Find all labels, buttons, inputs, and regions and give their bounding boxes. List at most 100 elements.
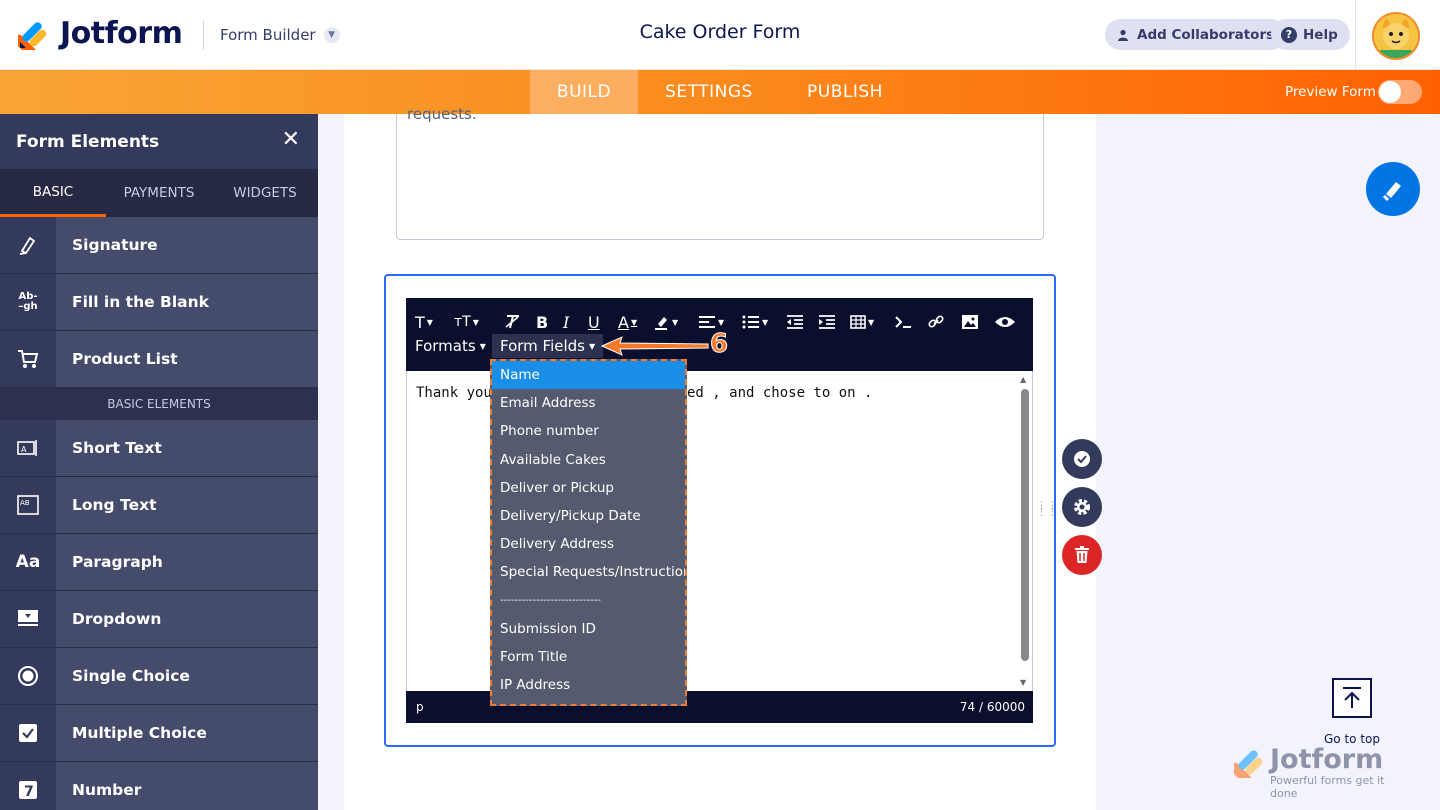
- checkbox-icon: [0, 705, 56, 761]
- form-fields-label: Form Fields: [500, 337, 585, 355]
- dropdown-item-delivery-date[interactable]: Delivery/Pickup Date: [492, 502, 685, 530]
- cart-icon: [0, 331, 56, 387]
- dropdown-item-name[interactable]: Name: [492, 361, 685, 390]
- help-button[interactable]: ? Help: [1271, 19, 1350, 50]
- header-separator: [1355, 0, 1356, 70]
- sidebar-item-product-list[interactable]: Product List: [0, 331, 318, 388]
- formats-menu[interactable]: Formats ▼: [415, 337, 486, 355]
- chevron-down-icon: ▼: [323, 27, 340, 43]
- sidebar-item-label: Fill in the Blank: [56, 274, 318, 330]
- fill-blank-icon: Ab- –gh: [0, 274, 56, 330]
- indent-icon[interactable]: [818, 312, 836, 332]
- dropdown-item-email[interactable]: Email Address: [492, 389, 685, 417]
- dropdown-item-deliver-pickup[interactable]: Deliver or Pickup: [492, 474, 685, 502]
- sidebar-item-paragraph[interactable]: Aa Paragraph: [0, 534, 318, 591]
- element-path: p: [416, 700, 424, 714]
- link-icon[interactable]: [928, 312, 944, 332]
- top-header: Jotform Form Builder ▼ Cake Order Form A…: [0, 0, 1440, 70]
- go-to-top[interactable]: Go to top: [1320, 678, 1384, 746]
- dropdown-item-submission-id[interactable]: Submission ID: [492, 615, 685, 643]
- avatar[interactable]: [1372, 12, 1420, 60]
- chevron-down-icon: ▼: [479, 341, 486, 351]
- tab-settings[interactable]: SETTINGS: [648, 70, 770, 114]
- paint-roller-icon: [1382, 182, 1401, 202]
- sidebar-item-label: Signature: [56, 217, 318, 273]
- builder-nav: BUILD SETTINGS PUBLISH Preview Form: [0, 70, 1440, 114]
- scroll-down-icon[interactable]: ▼: [1020, 678, 1026, 687]
- avatar-icon: [1374, 14, 1418, 58]
- source-code-icon[interactable]: [894, 312, 912, 332]
- sidebar-item-fill-blank[interactable]: Ab- –gh Fill in the Blank: [0, 274, 318, 331]
- list-icon[interactable]: ▼: [742, 312, 768, 332]
- highlight-icon[interactable]: ▼: [654, 312, 678, 332]
- form-designer-button[interactable]: [1366, 162, 1420, 216]
- add-collaborators-button[interactable]: Add Collaborators: [1105, 19, 1287, 50]
- tab-widgets[interactable]: WIDGETS: [212, 169, 318, 217]
- drag-handle-icon[interactable]: ⋮⋮ ⋮⋮: [1036, 500, 1058, 517]
- trash-icon: [1075, 546, 1089, 563]
- dropdown-item-delivery-address[interactable]: Delivery Address: [492, 530, 685, 558]
- sidebar-item-number[interactable]: 7 Number: [0, 762, 318, 810]
- sidebar-item-dropdown[interactable]: Dropdown: [0, 591, 318, 648]
- jotform-logo[interactable]: Jotform: [18, 16, 183, 51]
- dropdown-item-special-requests[interactable]: Special Requests/Instructions: [492, 558, 685, 586]
- sidebar-item-short-text[interactable]: A Short Text: [0, 420, 318, 477]
- signature-icon: [0, 217, 56, 273]
- tab-build[interactable]: BUILD: [530, 70, 638, 114]
- long-text-value: requests.: [407, 105, 477, 123]
- preview-form-toggle[interactable]: [1378, 80, 1422, 104]
- check-button[interactable]: [1062, 439, 1102, 479]
- text-style-icon[interactable]: T ▼: [415, 312, 433, 332]
- dropdown-item-ip-address[interactable]: IP Address: [492, 671, 685, 699]
- long-text-field[interactable]: requests.: [396, 105, 1044, 240]
- watermark-logo-icon: [1234, 750, 1263, 778]
- sidebar-item-label: Long Text: [56, 477, 318, 533]
- close-icon[interactable]: ✕: [282, 129, 300, 151]
- form-fields-menu[interactable]: Form Fields ▼: [492, 334, 604, 358]
- sidebar-item-multiple-choice[interactable]: Multiple Choice: [0, 705, 318, 762]
- help-label: Help: [1303, 26, 1338, 43]
- form-elements-panel: Form Elements ✕ BASIC PAYMENTS WIDGETS S…: [0, 114, 318, 810]
- arrow-up-icon: [1332, 678, 1372, 718]
- underline-icon[interactable]: U: [588, 312, 600, 332]
- question-icon: ?: [1281, 26, 1297, 43]
- sidebar-item-label: Multiple Choice: [56, 705, 318, 761]
- editor-scrollbar[interactable]: ▲ ▼: [1020, 375, 1030, 687]
- formats-label: Formats: [415, 337, 476, 355]
- scroll-up-icon[interactable]: ▲: [1020, 375, 1026, 384]
- dropdown-icon: [0, 591, 56, 647]
- dropdown-item-available-cakes[interactable]: Available Cakes: [492, 446, 685, 474]
- preview-eye-icon[interactable]: [994, 312, 1016, 332]
- watermark-tagline: Powerful forms get it done: [1270, 774, 1385, 800]
- sidebar-item-label: Single Choice: [56, 648, 318, 704]
- scrollbar-thumb[interactable]: [1021, 389, 1029, 661]
- dropdown-separator: ----------------------------: [500, 595, 602, 607]
- svg-text:AB: AB: [20, 499, 30, 507]
- font-size-icon[interactable]: ᴛT ▼: [454, 312, 479, 332]
- text-color-icon[interactable]: A ▼: [618, 312, 637, 332]
- italic-icon[interactable]: I: [563, 312, 569, 332]
- table-icon[interactable]: ▼: [850, 312, 874, 332]
- panel-tabs: BASIC PAYMENTS WIDGETS: [0, 169, 318, 217]
- tab-payments[interactable]: PAYMENTS: [106, 169, 212, 217]
- sidebar-item-single-choice[interactable]: Single Choice: [0, 648, 318, 705]
- delete-button[interactable]: [1062, 535, 1102, 575]
- svg-text:A: A: [21, 445, 27, 454]
- settings-button[interactable]: [1062, 487, 1102, 527]
- tab-basic[interactable]: BASIC: [0, 169, 106, 217]
- form-builder-menu[interactable]: Form Builder ▼: [220, 26, 340, 44]
- sidebar-item-long-text[interactable]: AB Long Text: [0, 477, 318, 534]
- clear-format-icon[interactable]: [504, 312, 522, 332]
- sidebar-item-label: Product List: [56, 331, 318, 387]
- tab-publish[interactable]: PUBLISH: [790, 70, 900, 114]
- image-icon[interactable]: [961, 312, 979, 332]
- outdent-icon[interactable]: [786, 312, 804, 332]
- sidebar-item-label: Number: [56, 762, 318, 810]
- dropdown-item-form-title[interactable]: Form Title: [492, 643, 685, 671]
- dropdown-item-phone[interactable]: Phone number: [492, 417, 685, 445]
- bold-icon[interactable]: B: [536, 312, 548, 332]
- sidebar-item-signature[interactable]: Signature: [0, 217, 318, 274]
- gear-icon: [1074, 499, 1090, 515]
- svg-text:7: 7: [24, 784, 34, 800]
- preview-form-label: Preview Form: [1285, 84, 1376, 100]
